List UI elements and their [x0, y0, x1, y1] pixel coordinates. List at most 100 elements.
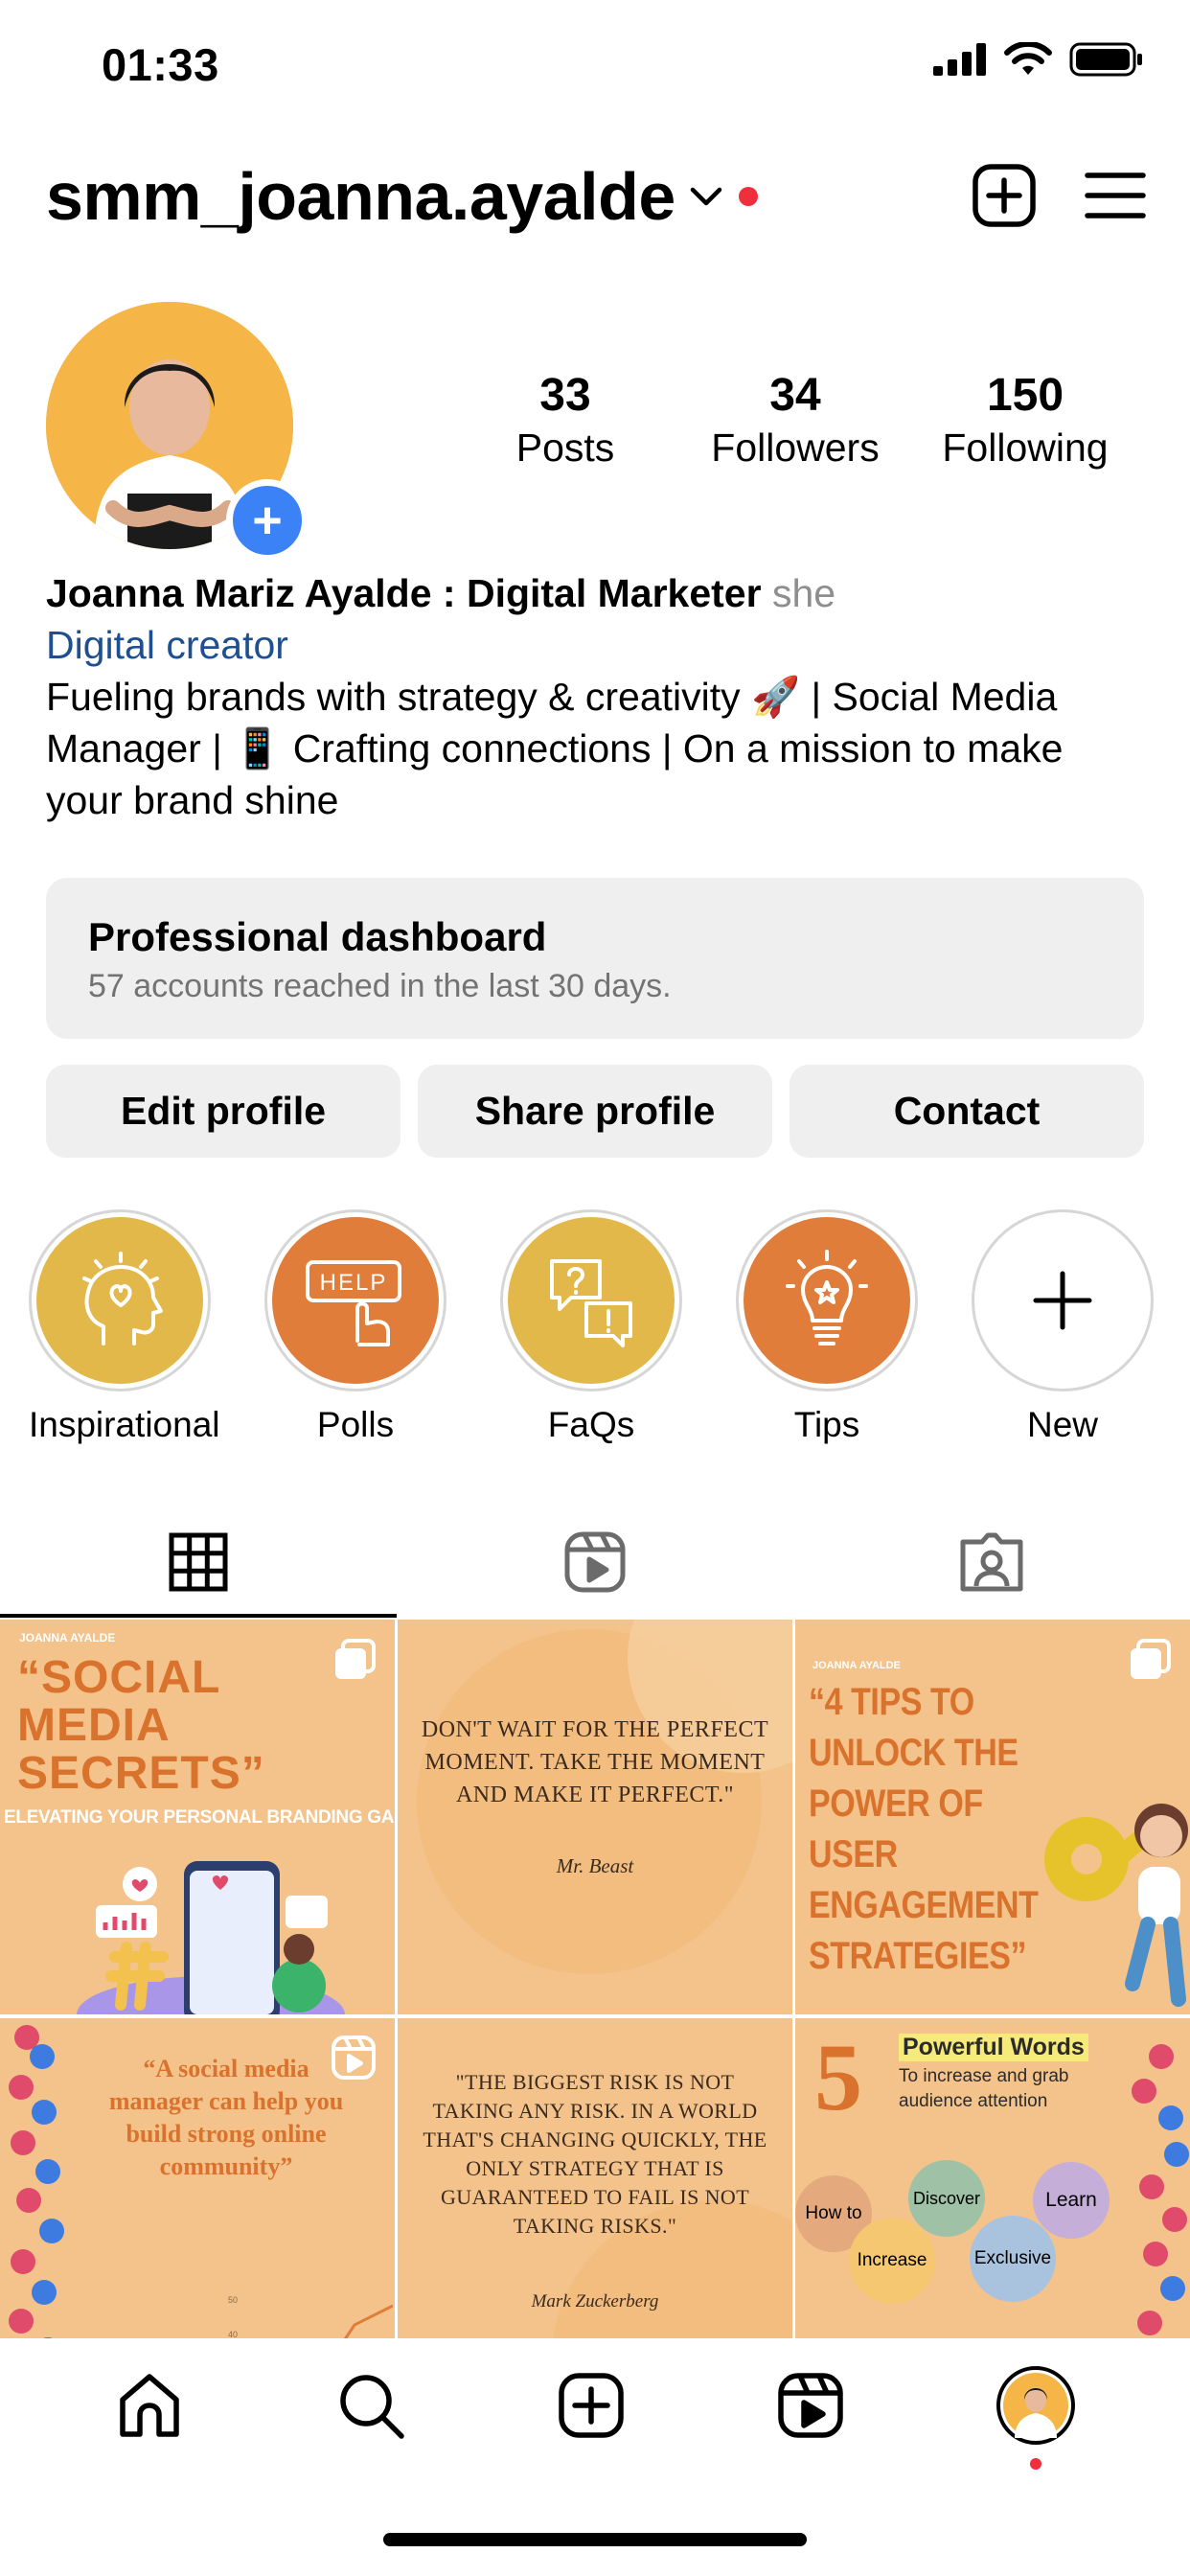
bio-line: Manager | 📱 Crafting connections | On a … [46, 726, 1064, 770]
tagged-icon [960, 1532, 1023, 1592]
post-subheading: ELEVATING YOUR PERSONAL BRANDING GAME [4, 1807, 395, 1828]
tab-posts-grid[interactable] [0, 1505, 397, 1620]
stat-followers[interactable]: 34 Followers [680, 369, 910, 471]
edit-profile-button[interactable]: Edit profile [46, 1065, 400, 1158]
notification-dot [738, 187, 758, 206]
post-headline: “4 TIPS TO [809, 1681, 974, 1723]
avatar-thumbnail-icon [1003, 2373, 1069, 2438]
bio-line: Fueling brands with strategy & creativit… [46, 675, 1058, 719]
highlight-tips[interactable]: Tips [736, 1209, 918, 1445]
tab-tagged[interactable] [793, 1505, 1190, 1620]
highlight-inspirational[interactable]: Inspirational [29, 1209, 220, 1445]
head-heart-icon [82, 1252, 163, 1346]
bio: Joanna Mariz Ayalde : Digital Marketer s… [46, 567, 1148, 826]
post-headline: community” [159, 2152, 293, 2180]
dashboard-title: Professional dashboard [88, 914, 547, 959]
post-headline: build strong online [126, 2120, 327, 2148]
post-headline: “A social media [143, 2055, 309, 2082]
professional-dashboard[interactable]: Professional dashboard 57 accounts reach… [46, 878, 1144, 1039]
post-tile[interactable]: JOANNA AYALDE “4 TIPS TO UNLOCK THE POWE… [795, 1620, 1190, 2014]
post-brand: JOANNA AYALDE [812, 1660, 901, 1671]
status-time: 01:33 [102, 39, 219, 90]
reels-icon [564, 1531, 626, 1593]
highlight-label: Tips [793, 1405, 860, 1444]
post-tile[interactable]: DON'T WAIT FOR THE PERFECT MOMENT. TAKE … [398, 1620, 792, 2014]
battery-icon [1069, 42, 1142, 77]
home-icon[interactable] [115, 2371, 184, 2440]
active-tab-indicator [0, 1614, 397, 1618]
highlight-label: New [1026, 1405, 1099, 1444]
post-headline: “SOCIAL [17, 1652, 221, 1703]
profile-stats: 33 Posts 34 Followers 150 Following [450, 369, 1140, 471]
reels-nav-icon[interactable] [777, 2372, 844, 2439]
stat-count: 34 [769, 370, 821, 421]
word-bubble: Exclusive [970, 2216, 1056, 2302]
tab-reels[interactable] [397, 1505, 793, 1620]
highlight-new[interactable]: New [972, 1209, 1154, 1445]
post-headline: POWER OF [809, 1782, 983, 1825]
display-name: Joanna Mariz Ayalde : Digital Marketer [46, 571, 762, 615]
bottom-nav [0, 2338, 1190, 2472]
username: smm_joanna.ayalde [46, 159, 675, 234]
post-headline: SECRETS” [17, 1748, 265, 1799]
story-highlights: Inspirational HELP Polls FaQs Tips New [29, 1209, 1154, 1445]
post-quote: "THE BIGGEST RISK IS NOT TAKING ANY RISK… [423, 2070, 767, 2238]
post-headline: USER [809, 1833, 898, 1875]
search-icon[interactable] [336, 2371, 405, 2440]
add-story-button[interactable]: + [226, 479, 309, 562]
profile-tabs [0, 1505, 1190, 1620]
highlight-faqs[interactable]: FaQs [500, 1209, 682, 1445]
post-number: 5 [814, 2024, 862, 2130]
lightbulb-icon [786, 1250, 868, 1346]
dashboard-subtitle: 57 accounts reached in the last 30 days. [88, 968, 672, 1004]
stat-following[interactable]: 150 Following [910, 369, 1140, 471]
create-icon[interactable] [558, 2372, 625, 2439]
header-actions [972, 163, 1146, 228]
post-title: Powerful Words [899, 2034, 1088, 2061]
post-headline: ENGAGEMENT [809, 1884, 1039, 1926]
stat-label: Posts [515, 426, 615, 470]
bio-line: your brand shine [46, 778, 339, 822]
home-indicator [383, 2533, 807, 2546]
key-character-illustration [1044, 1804, 1188, 2007]
post-author: Mr. Beast [556, 1854, 634, 1877]
stat-posts[interactable]: 33 Posts [450, 369, 680, 471]
phone-illustration [77, 1861, 345, 2014]
post-tile[interactable]: JOANNA AYALDE “SOCIAL MEDIA SECRETS” ELE… [0, 1620, 395, 2014]
chart-tick: 50 [228, 2295, 239, 2305]
share-profile-button[interactable]: Share profile [418, 1065, 772, 1158]
stat-count: 150 [986, 370, 1064, 421]
carousel-icon [1131, 1639, 1171, 1679]
word-bubble: Learn [1033, 2162, 1110, 2239]
post-headline: STRATEGIES” [809, 1935, 1027, 1977]
profile-nav-avatar[interactable] [996, 2366, 1076, 2470]
carousel-icon [335, 1639, 376, 1679]
highlight-polls[interactable]: HELP Polls [264, 1209, 446, 1445]
profile-actions: Edit profile Share profile Contact [46, 1065, 1144, 1158]
highlight-label: Inspirational [29, 1405, 220, 1444]
post-headline: UNLOCK THE [809, 1732, 1018, 1774]
status-icons [933, 42, 1144, 77]
category-label[interactable]: Digital creator [46, 619, 1148, 671]
post-grid: JOANNA AYALDE “SOCIAL MEDIA SECRETS” ELE… [0, 1620, 1190, 2413]
wifi-icon [1004, 42, 1052, 75]
grid-icon [169, 1532, 228, 1592]
contact-button[interactable]: Contact [790, 1065, 1144, 1158]
highlight-label: FaQs [547, 1405, 635, 1444]
pronouns: she [771, 571, 836, 615]
create-post-icon[interactable] [972, 163, 1037, 228]
word-bubble: Discover [908, 2160, 985, 2237]
account-switcher[interactable]: smm_joanna.ayalde [46, 158, 758, 235]
chat-question-icon [550, 1259, 632, 1347]
stat-count: 33 [539, 370, 591, 421]
help-hand-icon: HELP [306, 1260, 401, 1346]
chevron-down-icon [690, 187, 722, 206]
highlight-label: Polls [316, 1405, 395, 1444]
post-headline: MEDIA [17, 1700, 171, 1751]
word-bubble: Increase [849, 2218, 935, 2304]
stat-label: Followers [711, 426, 880, 470]
menu-icon[interactable] [1085, 172, 1146, 219]
stat-label: Following [942, 426, 1109, 470]
post-subtitle: To increase and grab [899, 2066, 1069, 2086]
notification-dot [1030, 2458, 1042, 2470]
